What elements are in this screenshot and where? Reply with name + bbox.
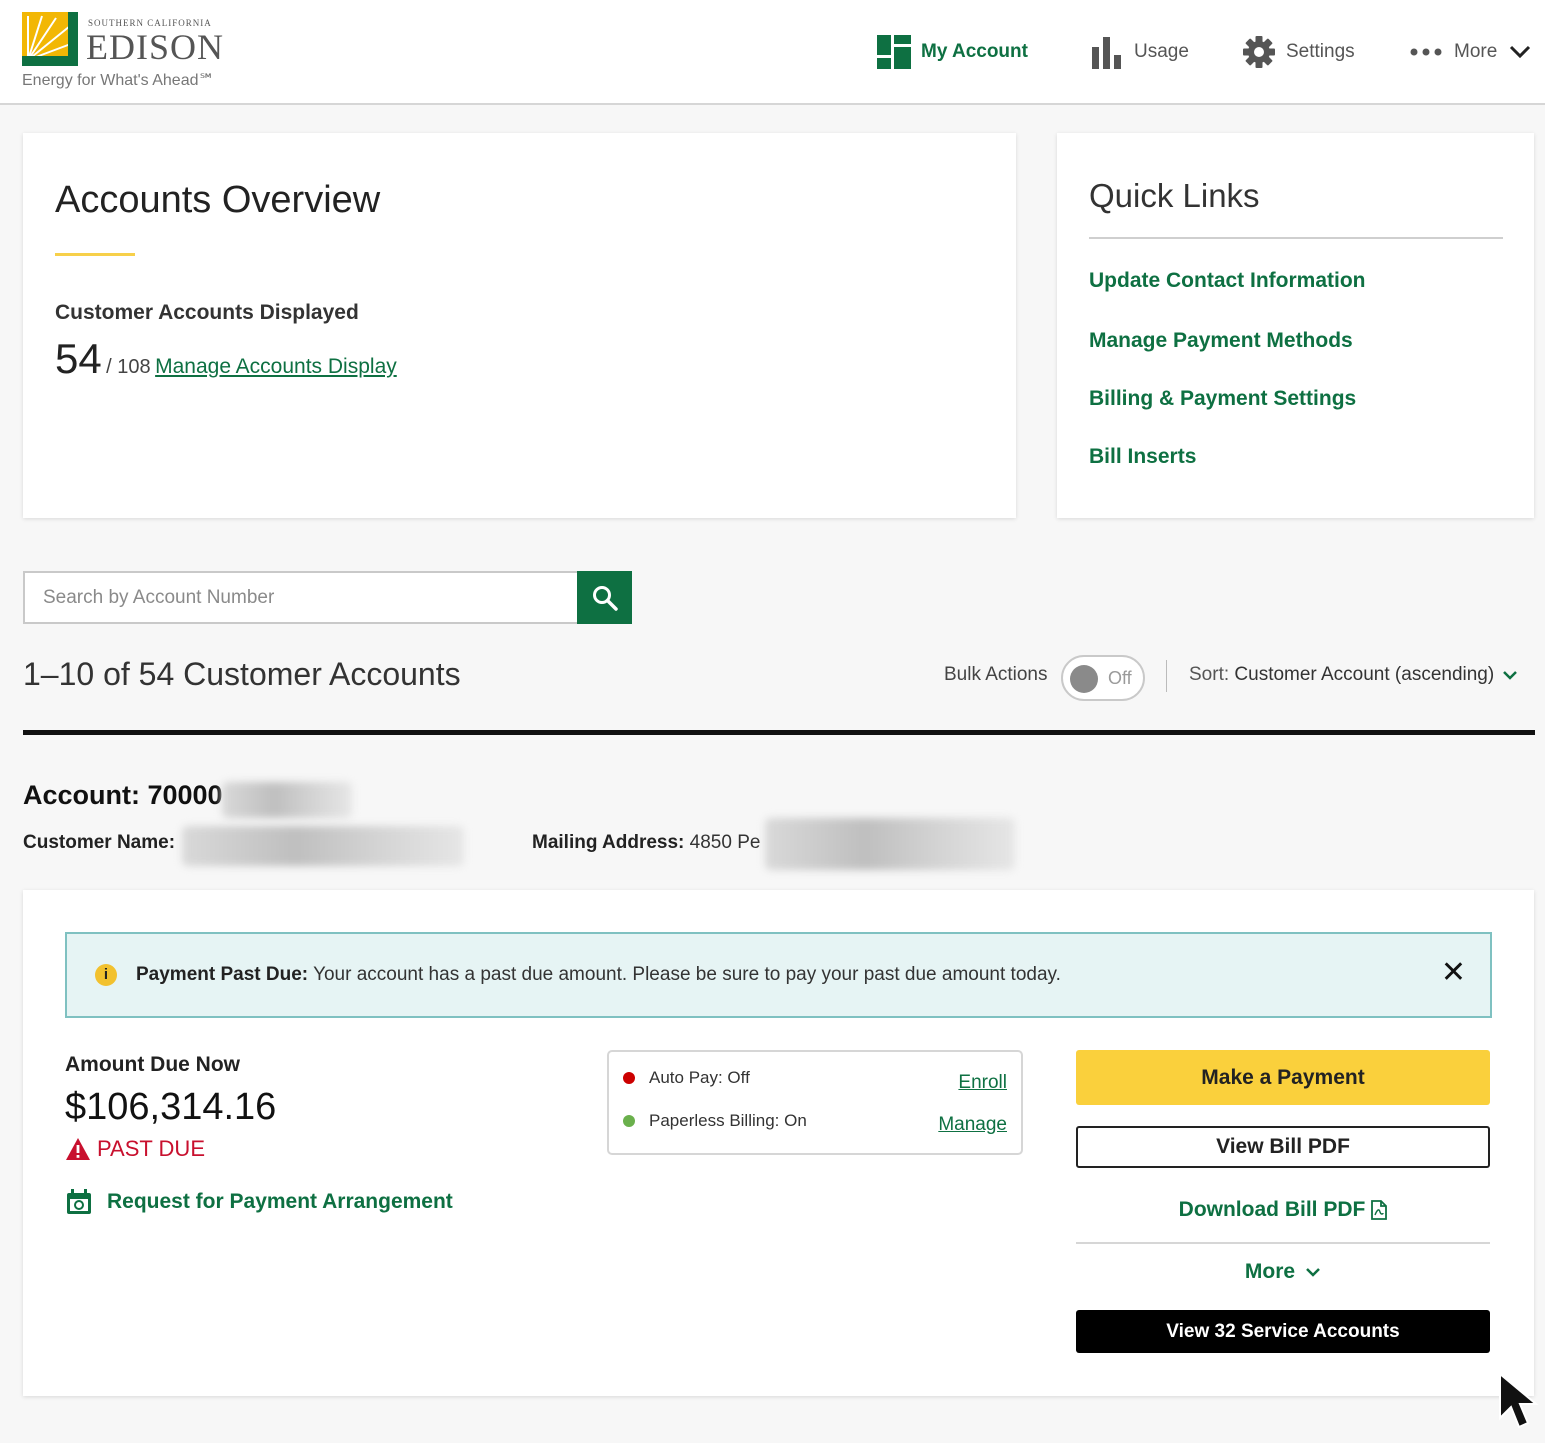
payment-arrangement-label: Request for Payment Arrangement xyxy=(107,1190,453,1213)
nav-my-account[interactable]: My Account xyxy=(877,30,1028,74)
download-bill-label: Download Bill PDF xyxy=(1178,1198,1366,1221)
mailing-address: Mailing Address: 4850 Pe xyxy=(532,832,760,854)
auto-pay-status: Auto Pay: Off xyxy=(623,1068,750,1088)
overview-title: Accounts Overview xyxy=(55,179,381,221)
quick-link-payment-methods[interactable]: Manage Payment Methods xyxy=(1089,329,1353,353)
redacted-mailing-address xyxy=(765,818,1015,870)
manage-accounts-display-link[interactable]: Manage Accounts Display xyxy=(155,355,397,378)
list-header-rule xyxy=(23,730,1535,735)
accounts-overview-card: Accounts Overview Customer Accounts Disp… xyxy=(23,133,1016,518)
alert-text: Your account has a past due amount. Plea… xyxy=(313,964,1061,985)
nav-more[interactable]: More xyxy=(1410,30,1531,74)
enroll-link[interactable]: Enroll xyxy=(958,1072,1007,1094)
nav-settings-label: Settings xyxy=(1286,41,1355,62)
paperless-label: Paperless Billing: On xyxy=(649,1111,807,1130)
nav-settings[interactable]: Settings xyxy=(1242,30,1355,74)
account-card: i Payment Past Due: Your account has a p… xyxy=(23,890,1534,1396)
mouse-cursor-icon xyxy=(1499,1372,1539,1429)
sort-prefix: Sort: xyxy=(1189,664,1230,685)
download-bill-pdf-link[interactable]: Download Bill PDF xyxy=(1076,1190,1490,1230)
more-actions-button[interactable]: More xyxy=(1076,1252,1490,1292)
past-due-label: PAST DUE xyxy=(97,1136,205,1161)
chevron-down-icon xyxy=(1510,45,1531,59)
chevron-down-icon xyxy=(1306,1267,1320,1277)
nav-usage[interactable]: Usage xyxy=(1090,30,1189,74)
make-payment-button[interactable]: Make a Payment xyxy=(1076,1050,1490,1105)
mailing-address-label: Mailing Address: xyxy=(532,832,685,853)
ellipsis-icon xyxy=(1410,48,1442,56)
billing-status-box: Auto Pay: Off Enroll Paperless Billing: … xyxy=(607,1050,1023,1155)
paperless-status: Paperless Billing: On xyxy=(623,1111,807,1131)
search-button[interactable] xyxy=(577,571,632,624)
account-number-title: Account: 70000 xyxy=(23,780,223,810)
top-header: SOUTHERN CALIFORNIA EDISON Energy for Wh… xyxy=(0,0,1545,105)
toggle-state-label: Off xyxy=(1108,668,1132,688)
chevron-down-icon xyxy=(1503,671,1518,680)
account-search xyxy=(23,571,632,624)
nav-usage-label: Usage xyxy=(1134,41,1189,62)
displayed-count: 54 xyxy=(55,335,102,382)
quick-links-title: Quick Links xyxy=(1089,177,1260,214)
search-input[interactable] xyxy=(25,573,578,622)
alert-title: Payment Past Due: xyxy=(136,964,309,985)
view-service-accounts-button[interactable]: View 32 Service Accounts xyxy=(1076,1310,1490,1353)
calendar-icon xyxy=(67,1189,91,1214)
edison-logo[interactable]: SOUTHERN CALIFORNIA EDISON Energy for Wh… xyxy=(22,12,252,92)
close-icon[interactable]: ✕ xyxy=(1441,958,1466,988)
manage-paperless-link[interactable]: Manage xyxy=(938,1114,1007,1136)
overview-title-underline xyxy=(55,253,135,256)
total-count: / 108 xyxy=(106,356,151,378)
amount-due-value: $106,314.16 xyxy=(65,1086,277,1128)
status-dot-green xyxy=(623,1115,635,1127)
sort-value: Customer Account (ascending) xyxy=(1234,664,1495,685)
accounts-displayed-count: 54 / 108 Manage Accounts Display xyxy=(55,335,397,383)
past-due-alert: i Payment Past Due: Your account has a p… xyxy=(65,932,1492,1018)
sort-dropdown[interactable]: Sort: Customer Account (ascending) xyxy=(1189,664,1518,686)
quick-links-card: Quick Links Update Contact Information M… xyxy=(1057,133,1534,518)
toggle-knob xyxy=(1070,665,1098,693)
logo-name: EDISON xyxy=(86,27,224,67)
vertical-divider xyxy=(1166,660,1167,692)
status-dot-red xyxy=(623,1072,635,1084)
alert-message: Payment Past Due: Your account has a pas… xyxy=(136,964,1061,986)
view-bill-pdf-button[interactable]: View Bill PDF xyxy=(1076,1126,1490,1168)
accounts-list-title: 1–10 of 54 Customer Accounts xyxy=(23,656,461,692)
actions-divider xyxy=(1076,1242,1490,1244)
dashboard-icon xyxy=(877,35,911,69)
quick-links-divider xyxy=(1089,237,1503,239)
payment-arrangement-link[interactable]: Request for Payment Arrangement xyxy=(65,1188,453,1216)
quick-link-update-contact[interactable]: Update Contact Information xyxy=(1089,269,1366,293)
customer-name-label: Customer Name: xyxy=(23,832,176,853)
search-icon xyxy=(592,585,618,611)
more-actions-label: More xyxy=(1244,1260,1296,1283)
info-icon: i xyxy=(95,964,117,986)
past-due-status: PAST DUE xyxy=(65,1136,205,1162)
bar-chart-icon xyxy=(1092,37,1121,69)
bulk-actions-label: Bulk Actions xyxy=(944,664,1048,685)
mailing-address-value: 4850 Pe xyxy=(689,832,761,853)
amount-due-label: Amount Due Now xyxy=(65,1053,240,1076)
redacted-customer-name xyxy=(182,826,464,866)
quick-link-billing-settings[interactable]: Billing & Payment Settings xyxy=(1089,387,1356,411)
nav-my-account-label: My Account xyxy=(921,41,1028,62)
quick-link-bill-inserts[interactable]: Bill Inserts xyxy=(1089,445,1196,469)
nav-more-label: More xyxy=(1454,41,1498,62)
gear-icon xyxy=(1243,36,1275,68)
auto-pay-label: Auto Pay: Off xyxy=(649,1068,750,1087)
sun-logo-icon xyxy=(22,12,78,66)
pdf-file-icon xyxy=(1371,1200,1388,1220)
redacted-account-number xyxy=(222,782,352,818)
bulk-actions-toggle[interactable]: Off xyxy=(1061,655,1145,701)
accounts-displayed-label: Customer Accounts Displayed xyxy=(55,301,359,324)
logo-tagline: Energy for What's Ahead℠ xyxy=(22,72,215,89)
warning-icon xyxy=(66,1138,90,1160)
